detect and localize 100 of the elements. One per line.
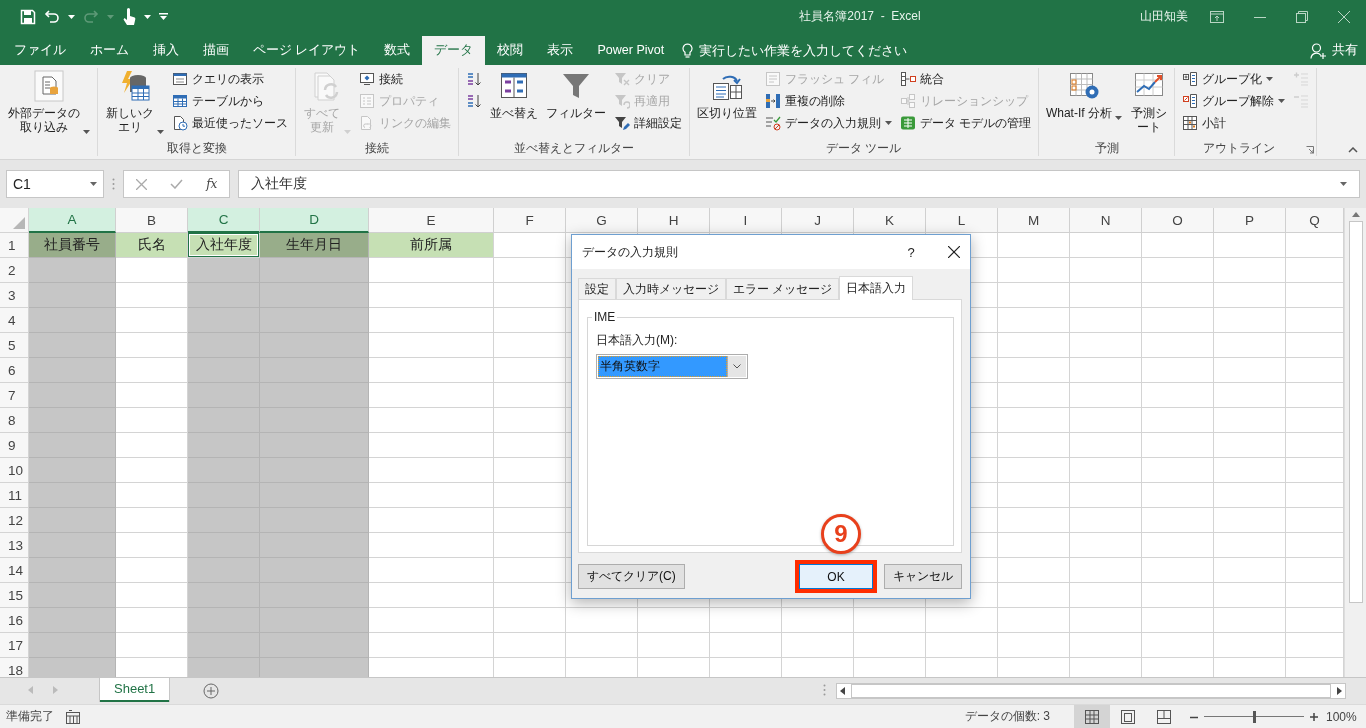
table-cell[interactable] [369, 508, 494, 533]
table-cell[interactable] [494, 458, 566, 483]
formula-field[interactable]: 入社年度 [238, 170, 1360, 198]
ribbon-tab[interactable]: ファイル [2, 36, 78, 65]
dialog-tab[interactable]: 設定 [578, 278, 616, 299]
dialog-tab[interactable]: エラー メッセージ [726, 278, 840, 299]
table-cell[interactable] [260, 658, 369, 677]
table-cell[interactable]: 入社年度 [188, 233, 260, 258]
row-header[interactable]: 15 [0, 583, 29, 608]
table-cell[interactable] [998, 533, 1070, 558]
ribbon-button[interactable]: データの入力規則 [761, 112, 895, 134]
table-cell[interactable] [29, 258, 116, 283]
table-cell[interactable] [998, 283, 1070, 308]
select-all-icon[interactable] [13, 217, 25, 229]
row-header[interactable]: 3 [0, 283, 29, 308]
table-cell[interactable]: 前所属 [369, 233, 494, 258]
table-cell[interactable] [1214, 608, 1286, 633]
ribbon-button[interactable]: 接続 [355, 68, 454, 90]
table-cell[interactable] [369, 383, 494, 408]
table-cell[interactable] [1214, 483, 1286, 508]
table-cell[interactable] [188, 458, 260, 483]
tell-me-field[interactable]: 実行したい作業を入力してください [699, 43, 940, 58]
table-cell[interactable] [1070, 358, 1142, 383]
table-cell[interactable] [369, 258, 494, 283]
help-button[interactable]: ? [896, 244, 926, 260]
table-cell[interactable] [998, 458, 1070, 483]
table-cell[interactable] [1142, 233, 1214, 258]
table-cell[interactable] [1214, 333, 1286, 358]
table-cell[interactable] [29, 383, 116, 408]
table-cell[interactable] [260, 583, 369, 608]
table-cell[interactable] [494, 533, 566, 558]
table-cell[interactable] [1142, 633, 1214, 658]
table-cell[interactable] [494, 508, 566, 533]
redo-icon[interactable] [83, 8, 99, 25]
table-cell[interactable] [188, 383, 260, 408]
table-cell[interactable]: 氏名 [116, 233, 188, 258]
table-cell[interactable] [369, 308, 494, 333]
column-header[interactable]: B [116, 208, 188, 233]
ribbon-tab[interactable]: 校閲 [485, 36, 536, 65]
table-cell[interactable] [1070, 333, 1142, 358]
clear-all-button[interactable]: すべてクリア(C) [578, 564, 685, 589]
ribbon-tab[interactable]: データ [422, 36, 486, 65]
column-header[interactable]: P [1214, 208, 1286, 233]
table-cell[interactable] [998, 508, 1070, 533]
table-cell[interactable] [369, 608, 494, 633]
table-cell[interactable] [1214, 383, 1286, 408]
table-cell[interactable] [260, 383, 369, 408]
table-cell[interactable] [1142, 433, 1214, 458]
table-cell[interactable] [998, 358, 1070, 383]
table-cell[interactable] [188, 633, 260, 658]
table-cell[interactable] [29, 483, 116, 508]
table-cell[interactable] [998, 383, 1070, 408]
table-cell[interactable] [29, 583, 116, 608]
table-cell[interactable] [1070, 433, 1142, 458]
table-cell[interactable] [29, 283, 116, 308]
table-cell[interactable] [998, 408, 1070, 433]
table-cell[interactable] [1070, 383, 1142, 408]
table-cell[interactable] [1214, 583, 1286, 608]
scroll-up-icon[interactable] [1351, 212, 1360, 217]
table-cell[interactable] [1214, 258, 1286, 283]
table-cell[interactable] [1214, 508, 1286, 533]
table-cell[interactable] [998, 633, 1070, 658]
hand-icon[interactable] [122, 7, 136, 26]
ribbon-button[interactable]: 詳細設定 [610, 112, 685, 134]
table-cell[interactable] [998, 433, 1070, 458]
row-header[interactable]: 2 [0, 258, 29, 283]
table-cell[interactable] [1070, 608, 1142, 633]
table-cell[interactable] [188, 483, 260, 508]
table-cell[interactable] [710, 633, 782, 658]
table-cell[interactable] [494, 433, 566, 458]
row-header[interactable]: 14 [0, 558, 29, 583]
add-sheet-icon[interactable] [203, 683, 220, 699]
table-cell[interactable] [854, 608, 926, 633]
table-cell[interactable] [1070, 558, 1142, 583]
vertical-scrollbar[interactable] [1344, 208, 1366, 677]
table-cell[interactable] [260, 483, 369, 508]
table-cell[interactable]: 社員番号 [29, 233, 116, 258]
table-cell[interactable] [1142, 483, 1214, 508]
table-cell[interactable] [260, 283, 369, 308]
table-cell[interactable] [260, 458, 369, 483]
insert-function-button[interactable]: fx [206, 177, 218, 191]
table-cell[interactable] [1142, 558, 1214, 583]
ribbon-button[interactable]: 最近使ったソース [169, 112, 292, 134]
table-cell[interactable] [260, 533, 369, 558]
column-header[interactable]: H [638, 208, 710, 233]
table-cell[interactable] [260, 258, 369, 283]
column-header[interactable]: A [29, 208, 116, 233]
column-header[interactable]: O [1142, 208, 1214, 233]
normal-view-button[interactable] [1074, 705, 1110, 728]
zoom-level[interactable]: 100% [1326, 709, 1366, 724]
ribbon-button[interactable]: 重複の削除 [761, 90, 895, 112]
table-cell[interactable] [1214, 558, 1286, 583]
ribbon-button[interactable]: 並べ替え [486, 68, 541, 136]
table-cell[interactable] [369, 558, 494, 583]
table-cell[interactable] [494, 483, 566, 508]
table-cell[interactable] [29, 458, 116, 483]
column-header[interactable]: D [260, 208, 369, 233]
table-cell[interactable] [29, 408, 116, 433]
dialog-tab[interactable]: 日本語入力 [839, 276, 914, 300]
table-cell[interactable] [260, 558, 369, 583]
